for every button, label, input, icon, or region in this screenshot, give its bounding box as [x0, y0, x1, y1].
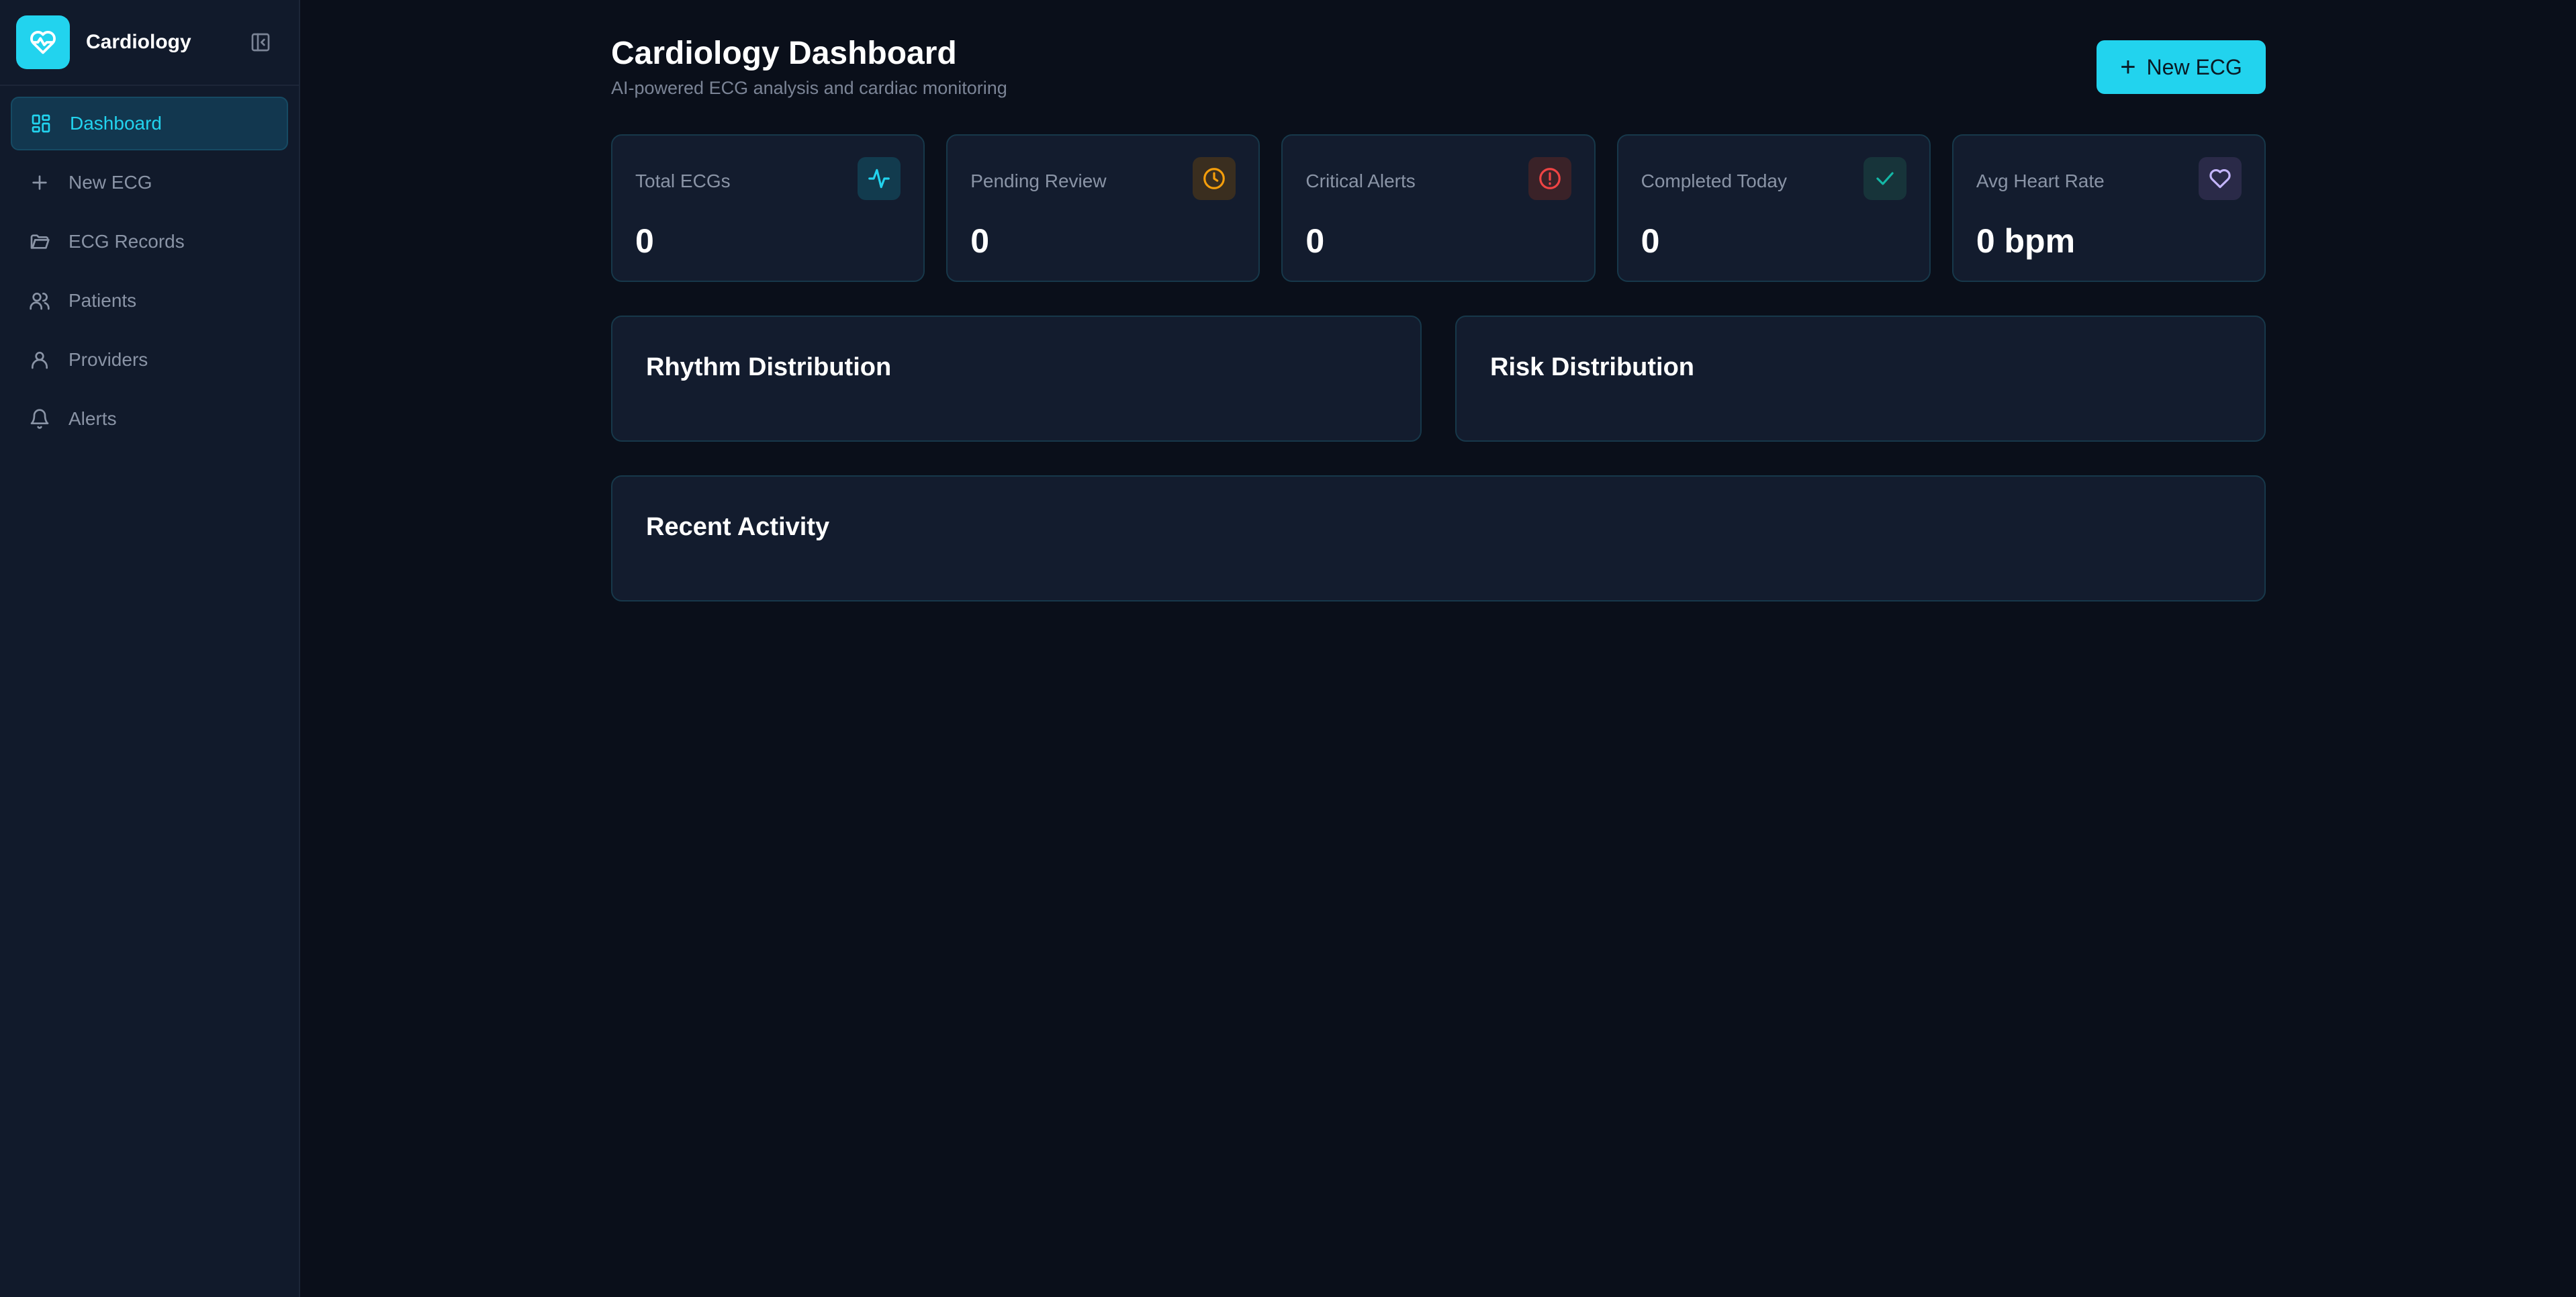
sidebar-item-dashboard[interactable]: Dashboard: [11, 97, 288, 150]
users-icon: [28, 289, 51, 312]
stat-value: 0: [1641, 222, 1660, 260]
folder-icon: [28, 230, 51, 253]
stat-label: Completed Today: [1641, 171, 1788, 191]
sidebar-item-label: New ECG: [68, 172, 152, 193]
check-icon: [1863, 157, 1906, 200]
sidebar-item-label: Alerts: [68, 408, 117, 429]
stat-card-avg-heart-rate[interactable]: Avg Heart Rate 0 bpm: [1951, 134, 2266, 282]
sidebar-item-patients[interactable]: Patients: [11, 274, 288, 328]
stat-label: Total ECGs: [635, 171, 731, 191]
panel-title: Risk Distribution: [1490, 353, 1695, 381]
user-icon: [28, 348, 51, 371]
stat-value: 0: [635, 222, 654, 260]
stat-card-critical-alerts[interactable]: Critical Alerts 0: [1281, 134, 1596, 282]
sidebar-nav: Dashboard New ECG ECG Records Patients P…: [0, 86, 299, 462]
content: Cardiology Dashboard AI-powered ECG anal…: [611, 0, 2266, 602]
app: Cardiology Dashboard New ECG ECG Records…: [0, 0, 2576, 1297]
panel-title: Rhythm Distribution: [646, 353, 892, 381]
stat-card-pending-review[interactable]: Pending Review 0: [946, 134, 1260, 282]
stat-value: 0: [970, 222, 990, 260]
stat-card-completed-today[interactable]: Completed Today 0: [1616, 134, 1931, 282]
panel-title: Recent Activity: [646, 513, 830, 541]
sidebar-item-new-ecg[interactable]: New ECG: [11, 156, 288, 209]
sidebar-item-ecg-records[interactable]: ECG Records: [11, 215, 288, 269]
stat-label: Critical Alerts: [1305, 171, 1416, 191]
plus-icon: +: [2120, 52, 2136, 82]
page-subtitle: AI-powered ECG analysis and cardiac moni…: [611, 78, 1007, 98]
activity-icon: [858, 157, 901, 200]
risk-distribution-panel: Risk Distribution: [1455, 316, 2266, 442]
stat-card-total-ecgs[interactable]: Total ECGs 0: [611, 134, 925, 282]
brand-name: Cardiology: [86, 31, 191, 53]
stat-value: 0: [1305, 222, 1325, 260]
new-ecg-button-label: New ECG: [2146, 54, 2242, 79]
sidebar: Cardiology Dashboard New ECG ECG Records…: [0, 0, 300, 1297]
sidebar-collapse-icon[interactable]: [249, 31, 272, 54]
main-area: Cardiology Dashboard AI-powered ECG anal…: [300, 0, 2576, 1297]
clock-icon: [1193, 157, 1236, 200]
charts-row: Rhythm Distribution Risk Distribution: [611, 316, 2266, 442]
recent-activity-panel: Recent Activity: [611, 475, 2266, 602]
page-title: Cardiology Dashboard: [611, 36, 957, 71]
alert-circle-icon: [1528, 157, 1571, 200]
dashboard-icon: [30, 112, 52, 135]
heart-icon: [2199, 157, 2242, 200]
bell-icon: [28, 407, 51, 430]
sidebar-item-label: ECG Records: [68, 231, 185, 252]
plus-icon: [28, 171, 51, 194]
stat-value: 0 bpm: [1976, 222, 2076, 260]
new-ecg-button[interactable]: + New ECG: [2097, 40, 2266, 94]
stats-row: Total ECGs 0 Pending Review 0 Critical A…: [611, 134, 2266, 282]
sidebar-item-alerts[interactable]: Alerts: [11, 392, 288, 446]
stat-label: Avg Heart Rate: [1976, 171, 2105, 191]
page-header: Cardiology Dashboard AI-powered ECG anal…: [611, 0, 2266, 134]
brand: Cardiology: [0, 0, 299, 86]
sidebar-item-label: Patients: [68, 290, 137, 311]
rhythm-distribution-panel: Rhythm Distribution: [611, 316, 1422, 442]
sidebar-item-label: Dashboard: [70, 113, 162, 134]
heart-logo-icon[interactable]: [16, 15, 70, 69]
sidebar-item-label: Providers: [68, 349, 148, 370]
stat-label: Pending Review: [970, 171, 1107, 191]
sidebar-item-providers[interactable]: Providers: [11, 333, 288, 387]
